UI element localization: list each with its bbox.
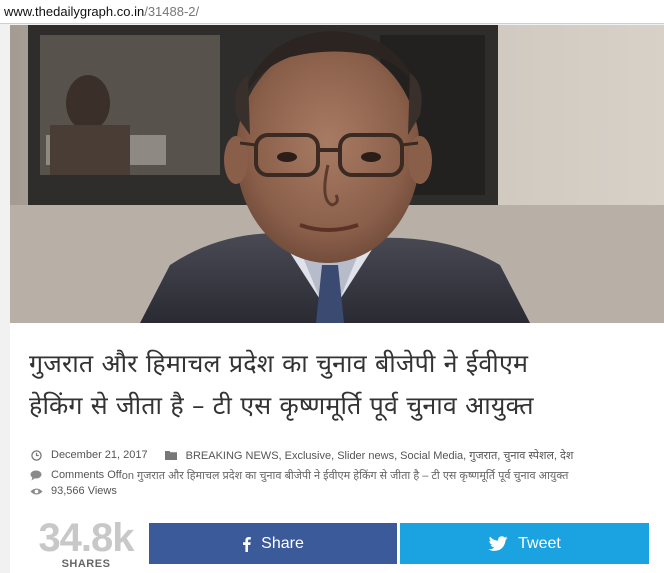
folder-icon (164, 448, 178, 462)
comment-icon (29, 468, 43, 482)
post-date-row: December 21, 2017 BREAKING NEWS, Exclusi… (29, 447, 573, 463)
facebook-icon (242, 536, 251, 552)
article-featured-image[interactable] (10, 25, 664, 323)
article-title-line-1: गुजरात और हिमाचल प्रदेश का चुनाव बीजेपी … (29, 349, 529, 378)
facebook-share-button[interactable]: Share (149, 523, 397, 564)
view-count: 93,566 Views (51, 485, 117, 497)
twitter-tweet-label: Tweet (518, 534, 561, 552)
url-path: /31488-2/ (144, 4, 200, 19)
address-bar[interactable]: www.thedailygraph.co.in/31488-2/ (0, 0, 664, 24)
comments-status: Comments Off (51, 469, 122, 481)
clock-icon (29, 448, 43, 462)
post-date[interactable]: December 21, 2017 (51, 449, 148, 461)
share-bar: 34.8k SHARES Share Tweet (10, 517, 664, 573)
twitter-icon (488, 535, 508, 552)
post-categories[interactable]: BREAKING NEWS, Exclusive, Slider news, S… (186, 448, 574, 463)
post-comments-row: Comments Off on गुजरात और हिमाचल प्रदेश क… (29, 467, 568, 483)
url-host: www.thedailygraph.co.in (4, 4, 145, 19)
share-count-number: 34.8k (38, 516, 134, 560)
article-title-line-2: हेकिंग से जीता है – टी एस कृष्णमूर्ति पू… (29, 391, 534, 420)
eye-icon (29, 484, 43, 498)
article-card: गुजरात और हिमाचल प्रदेश का चुनाव बीजेपी … (10, 25, 664, 573)
twitter-tweet-button[interactable]: Tweet (400, 523, 649, 564)
share-count: 34.8k SHARES (30, 517, 142, 570)
portrait-photo (10, 25, 664, 323)
post-views-row: 93,566 Views (29, 483, 117, 499)
comments-on-title: on गुजरात और हिमाचल प्रदेश का चुनाव बीजे… (121, 469, 569, 482)
article-title: गुजरात और हिमाचल प्रदेश का चुनाव बीजेपी … (29, 343, 649, 427)
facebook-share-label: Share (261, 534, 304, 552)
